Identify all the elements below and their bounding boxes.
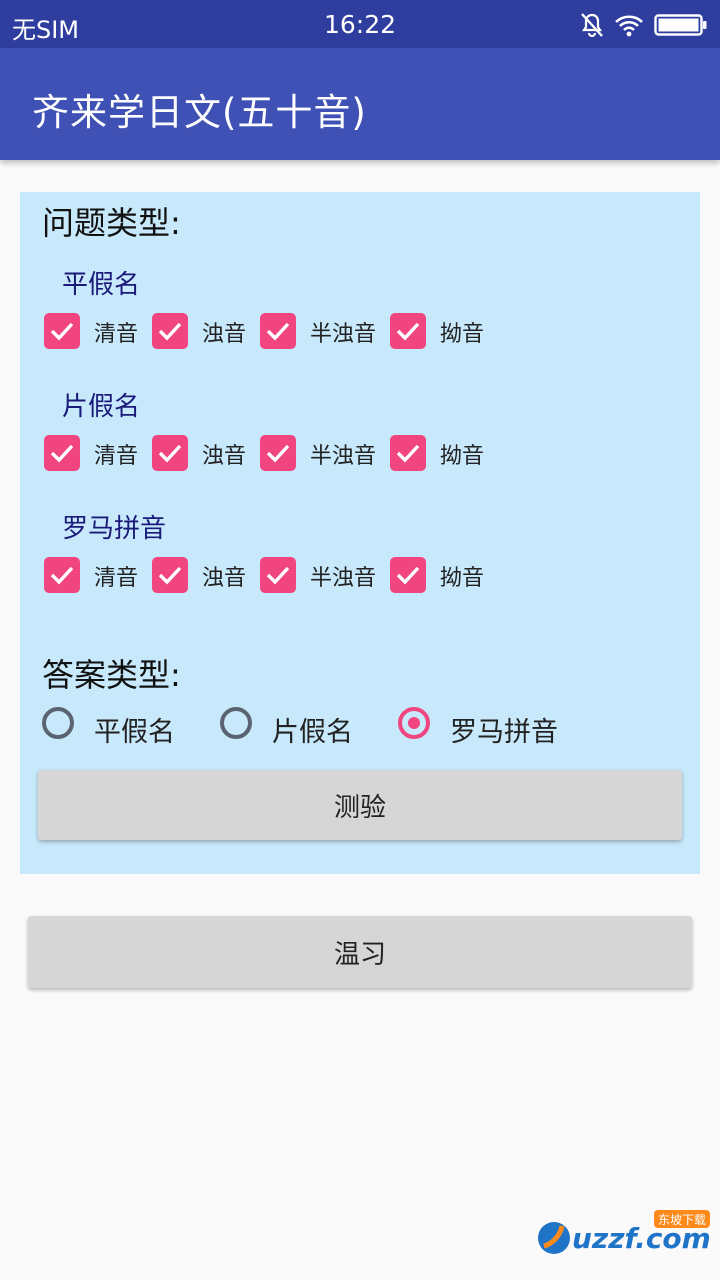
quiz-button-label: 测验 [333,792,386,823]
checkbox-label: 拗音 [440,444,485,469]
question-type-title: 问题类型: [42,204,181,242]
answer-type-title: 答案类型: [42,656,181,694]
check-icon [266,566,290,585]
check-icon [50,566,74,585]
hiragana-options: 清音 浊音 半浊音 拗音 [20,310,700,350]
wifi-icon [615,15,643,37]
check-icon [396,322,420,341]
check-icon [50,444,74,463]
review-button-label: 温习 [333,939,386,970]
group-katakana-label: 片假名 [62,392,141,422]
group-hiragana-label: 平假名 [62,270,141,300]
checkbox-romaji-dakuon[interactable] [152,557,188,593]
checkbox-label: 拗音 [440,322,485,347]
checkbox-label: 清音 [94,322,139,347]
checkbox-katakana-youon[interactable] [390,435,426,471]
checkbox-hiragana-dakuon[interactable] [152,313,188,349]
app-title: 齐来学日文(五十音) [32,91,367,134]
battery-icon [654,14,707,36]
checkbox-label: 浊音 [202,566,247,591]
settings-panel: 问题类型: 平假名 清音 浊音 半浊音 拗音 片假名 清音 浊音 半浊音 拗音 … [20,192,700,874]
checkbox-katakana-handakuon[interactable] [260,435,296,471]
checkbox-hiragana-seion[interactable] [44,313,80,349]
checkbox-label: 浊音 [202,444,247,469]
radio-answer-katakana[interactable] [220,707,252,739]
radio-selected-dot [408,717,420,729]
checkbox-romaji-seion[interactable] [44,557,80,593]
checkbox-label: 拗音 [440,566,485,591]
quiz-button[interactable]: 测验 [38,770,682,840]
checkbox-label: 浊音 [202,322,247,347]
status-icons [580,10,708,40]
check-icon [158,322,182,341]
katakana-options: 清音 浊音 半浊音 拗音 [20,432,700,472]
checkbox-label: 半浊音 [310,322,377,347]
status-bar: 无SIM 16:22 [0,0,720,48]
radio-label: 片假名 [272,717,353,748]
romaji-options: 清音 浊音 半浊音 拗音 [20,554,700,594]
checkbox-label: 半浊音 [310,444,377,469]
checkbox-label: 半浊音 [310,566,377,591]
checkbox-katakana-seion[interactable] [44,435,80,471]
app-toolbar: 齐来学日文(五十音) [0,48,720,160]
check-icon [266,322,290,341]
mute-icon [581,13,603,38]
check-icon [158,444,182,463]
radio-label: 罗马拼音 [450,717,558,748]
radio-label: 平假名 [94,717,175,748]
group-romaji-label: 罗马拼音 [62,514,167,544]
check-icon [158,566,182,585]
check-icon [50,322,74,341]
checkbox-label: 清音 [94,566,139,591]
check-icon [266,444,290,463]
checkbox-romaji-youon[interactable] [390,557,426,593]
checkbox-romaji-handakuon[interactable] [260,557,296,593]
checkbox-label: 清音 [94,444,139,469]
checkbox-hiragana-youon[interactable] [390,313,426,349]
uzzf-watermark-logo: uzzf.com 东坡下载 [538,1210,711,1255]
check-icon [396,444,420,463]
svg-text:东坡下载: 东坡下载 [658,1213,706,1227]
checkbox-katakana-dakuon[interactable] [152,435,188,471]
radio-answer-romaji[interactable] [398,707,430,739]
checkbox-hiragana-handakuon[interactable] [260,313,296,349]
check-icon [396,566,420,585]
review-button[interactable]: 温习 [28,916,692,988]
radio-answer-hiragana[interactable] [42,707,74,739]
